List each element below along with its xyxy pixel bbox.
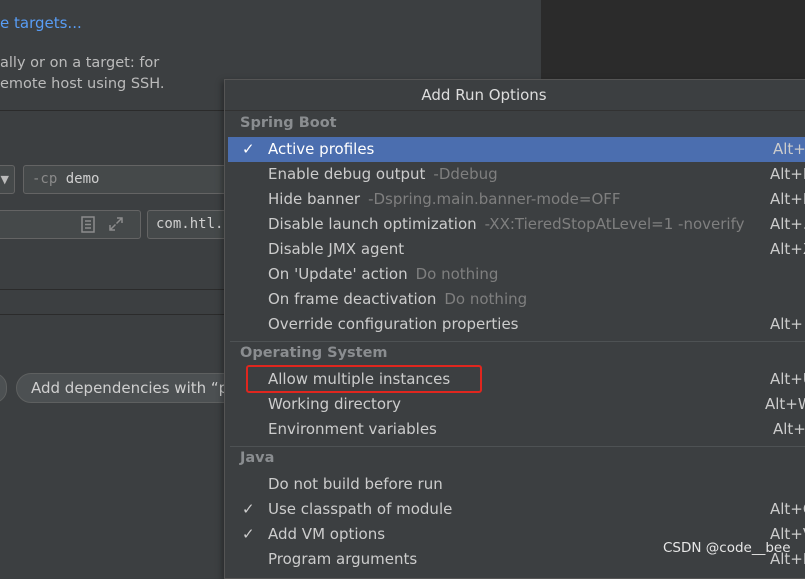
option-label: Use classpath of module — [268, 500, 453, 518]
shortcut-label: Alt+ — [773, 140, 805, 158]
option-do-not-build-before-run[interactable]: Do not build before run — [225, 472, 805, 497]
editor-background-panel — [541, 0, 805, 80]
option-hint: Do nothing — [444, 290, 528, 308]
section-separator — [230, 446, 805, 447]
option-label: Add VM options — [268, 525, 386, 543]
option-label: On frame deactivation Do nothing — [268, 290, 528, 308]
jdk-combo-box[interactable]: ▼ — [0, 165, 15, 194]
option-hint: -Ddebug — [433, 165, 498, 183]
cp-flag-label: -cp — [32, 171, 58, 187]
checkmark-icon: ✓ — [242, 525, 255, 543]
option-disable-jmx-agent[interactable]: Disable JMX agent Alt+X — [225, 237, 805, 262]
modify-options-button[interactable] — [0, 373, 7, 403]
option-label: Environment variables — [268, 420, 437, 438]
shortcut-label: Alt+U — [770, 370, 805, 388]
option-label: Enable debug output -Ddebug — [268, 165, 498, 183]
watermark: CSDN @code__bee — [663, 540, 791, 556]
section-title-spring-boot: Spring Boot — [240, 115, 337, 131]
checkmark-icon: ✓ — [242, 140, 255, 158]
option-hint: Do nothing — [415, 265, 499, 283]
shortcut-label: Alt+D — [770, 165, 805, 183]
description-line-2: emote host using SSH. — [0, 76, 165, 92]
divider — [0, 110, 224, 111]
section-title-operating-system: Operating System — [240, 345, 388, 361]
option-label: Program arguments — [268, 550, 418, 568]
option-on-update-action[interactable]: On 'Update' action Do nothing — [225, 262, 805, 287]
option-active-profiles[interactable]: ✓ Active profiles Alt+ — [228, 137, 805, 162]
shortcut-label: Alt+ — [770, 315, 803, 333]
add-run-options-popup: Add Run Options Spring Boot ✓ Active pro… — [224, 79, 805, 579]
option-label: Active profiles — [268, 140, 375, 158]
popup-title-bar: Add Run Options — [225, 80, 805, 111]
popup-title: Add Run Options — [421, 86, 547, 104]
expand-icon[interactable] — [108, 216, 124, 232]
add-dependencies-button[interactable]: Add dependencies with “p — [16, 373, 256, 403]
option-label: Disable JMX agent — [268, 240, 405, 258]
shortcut-label: Alt+... — [770, 215, 805, 233]
option-label: On 'Update' action Do nothing — [268, 265, 499, 283]
option-hide-banner[interactable]: Hide banner -Dspring.main.banner-mode=OFF… — [225, 187, 805, 212]
option-on-frame-deactivation[interactable]: On frame deactivation Do nothing — [225, 287, 805, 312]
option-working-directory[interactable]: Working directory Alt+W — [225, 392, 805, 417]
checkmark-icon: ✓ — [242, 500, 255, 518]
divider — [0, 314, 224, 315]
section-separator — [230, 341, 805, 342]
option-environment-variables[interactable]: Environment variables Alt+ — [225, 417, 805, 442]
manage-targets-link[interactable]: e targets... — [0, 14, 82, 32]
divider — [0, 289, 224, 290]
shortcut-label: Alt+O — [770, 500, 805, 518]
option-enable-debug-output[interactable]: Enable debug output-Ddebug Alt+D — [225, 162, 805, 187]
shortcut-label: Alt+X — [770, 240, 805, 258]
option-label: Hide banner -Dspring.main.banner-mode=OFF — [268, 190, 621, 208]
option-disable-launch-optimization[interactable]: Disable launch optimization -XX:TieredSto… — [225, 212, 805, 237]
shortcut-label: Alt+H — [770, 190, 805, 208]
highlight-annotation-box — [246, 365, 482, 393]
vm-options-field[interactable] — [0, 210, 141, 239]
option-override-configuration-properties[interactable]: Override configuration properties Alt+ — [225, 312, 805, 337]
option-label: Do not build before run — [268, 475, 443, 493]
section-title-java: Java — [240, 450, 275, 466]
option-label: Disable launch optimization -XX:TieredSto… — [268, 215, 745, 233]
module-value: demo — [65, 171, 100, 187]
shortcut-label: Alt+ — [773, 420, 805, 438]
option-label: Working directory — [268, 395, 402, 413]
option-use-classpath-of-module[interactable]: ✓ Use classpath of module Alt+O — [225, 497, 805, 522]
classpath-module-field[interactable]: -cp demo — [23, 165, 233, 194]
option-hint: -Dspring.main.banner-mode=OFF — [368, 190, 621, 208]
shortcut-label: Alt+W — [765, 395, 805, 413]
description-line-1: ally or on a target: for — [0, 55, 160, 71]
document-icon[interactable] — [81, 216, 95, 233]
chevron-down-icon: ▼ — [0, 173, 9, 186]
option-hint: -XX:TieredStopAtLevel=1 -noverify — [484, 215, 745, 233]
option-label: Override configuration properties — [268, 315, 519, 333]
